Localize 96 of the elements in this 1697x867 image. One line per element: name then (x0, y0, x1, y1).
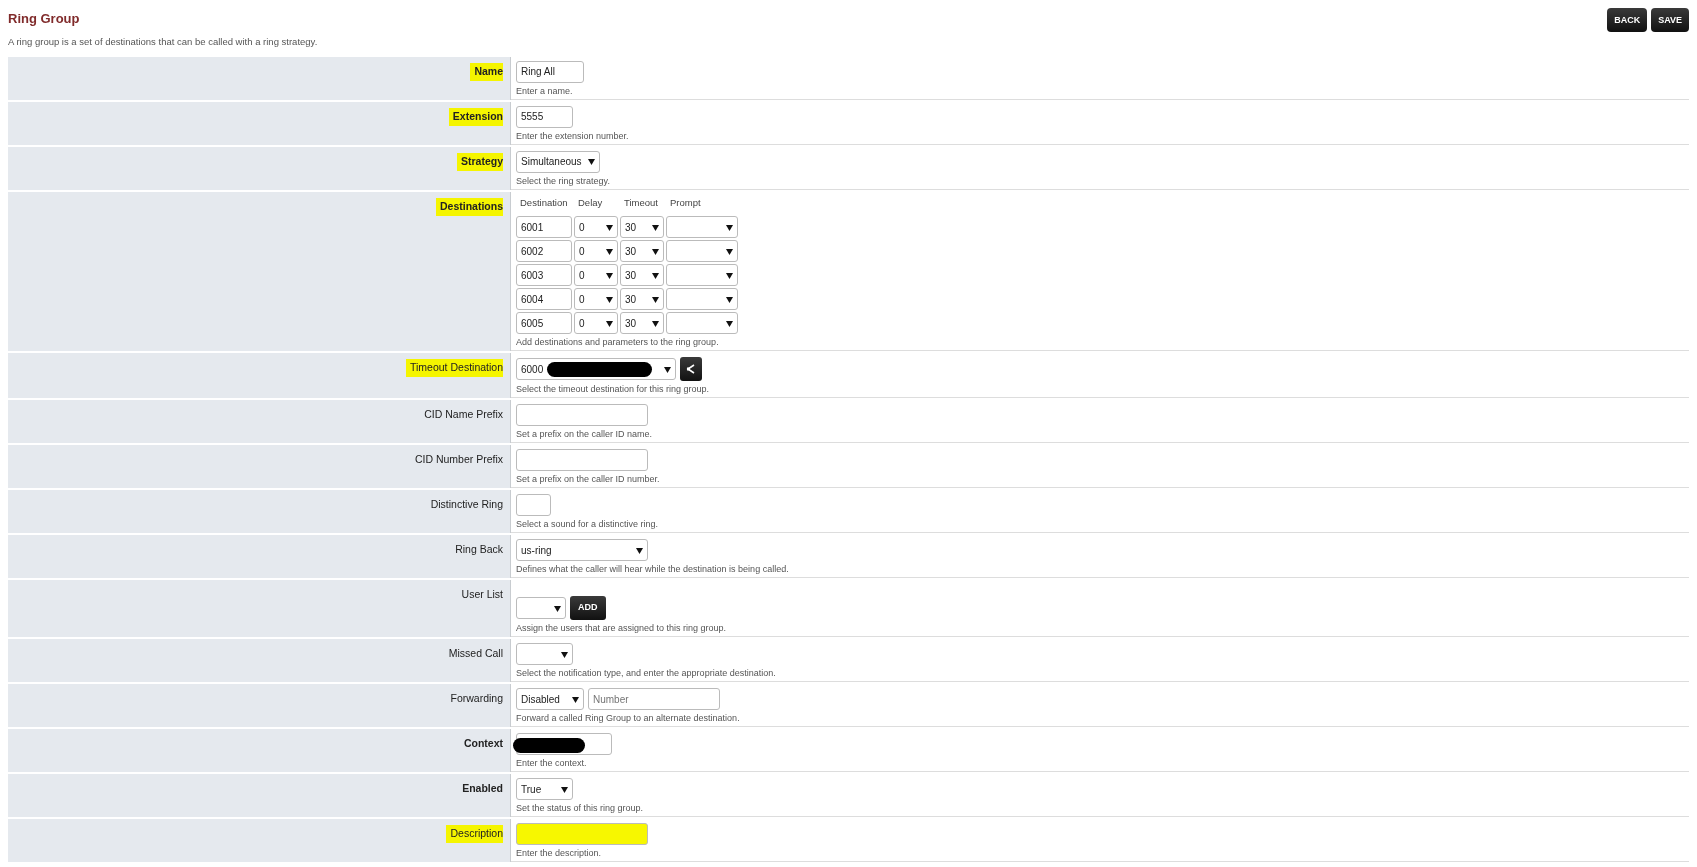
field-hint: Set a prefix on the caller ID name. (516, 428, 654, 440)
timeout-select[interactable]: 30 (620, 312, 664, 334)
caret-icon (588, 158, 595, 166)
add-button[interactable]: ADD (570, 596, 606, 620)
caret-icon (664, 365, 671, 373)
field-label: User List (461, 588, 503, 600)
caret-icon (606, 319, 613, 327)
select-dropdown[interactable] (516, 643, 573, 665)
text-input[interactable]: Ring All (516, 60, 584, 83)
number-input[interactable]: Number (588, 688, 720, 710)
field-label: Missed Call (448, 647, 503, 659)
field-hint: Enter the extension number. (516, 129, 630, 142)
caret-icon (726, 223, 733, 231)
delay-select[interactable]: 0 (574, 216, 618, 238)
text-input[interactable] (516, 733, 612, 755)
field-label: Ring Back (455, 543, 503, 555)
caret-icon (652, 319, 659, 327)
field-label: CID Number Prefix (414, 453, 503, 465)
field-label: Distinctive Ring (430, 498, 503, 510)
field-hint: Select the timeout destination for this ring group. (516, 383, 711, 395)
field-hint: Enter the context. (516, 757, 588, 769)
caret-icon (572, 695, 579, 703)
caret-icon (652, 271, 659, 279)
field-hint: Enter the description. (516, 847, 603, 859)
caret-icon (726, 271, 733, 279)
save-button[interactable]: SAVE (1651, 8, 1689, 32)
field-label: CID Name Prefix (424, 408, 503, 420)
field-hint: Add destinations and parameters to the ring group. (516, 336, 720, 348)
caret-icon (726, 247, 733, 255)
caret-icon (652, 223, 659, 231)
caret-icon (652, 247, 659, 255)
field-label: Name (470, 62, 503, 81)
prompt-select[interactable] (666, 216, 738, 238)
caret-icon (726, 295, 733, 303)
field-label: Enabled (462, 782, 503, 794)
back-button[interactable]: BACK (1607, 8, 1648, 32)
caret-icon (606, 247, 613, 255)
timeout-select[interactable]: 30 (620, 288, 664, 310)
destination-input[interactable]: 6002 (516, 240, 572, 262)
select-dropdown[interactable]: us-ring (516, 539, 648, 561)
text-input[interactable]: 5555 (516, 105, 573, 128)
caret-icon (606, 295, 613, 303)
prompt-select[interactable] (666, 240, 738, 262)
field-label: Context (463, 737, 503, 749)
prompt-select[interactable] (666, 288, 738, 310)
field-hint: Set a prefix on the caller ID number. (516, 473, 661, 485)
column-header: Timeout (623, 195, 659, 210)
select-dropdown[interactable]: 6000 (516, 358, 676, 380)
select-dropdown[interactable]: Simultaneous (516, 150, 600, 173)
destination-input[interactable]: 6001 (516, 216, 572, 238)
prompt-select[interactable] (666, 312, 738, 334)
field-hint: Defines what the caller will hear while the destination is being called. (516, 563, 790, 575)
delay-select[interactable]: 0 (574, 240, 618, 262)
page-description: A ring group is a set of destinations that can be called with a ring strategy. (8, 34, 318, 49)
caret-icon (606, 271, 613, 279)
field-hint: Assign the users that are assigned to this ring group. (516, 622, 728, 634)
column-header: Delay (577, 195, 604, 210)
timeout-select[interactable]: 30 (620, 216, 664, 238)
select-dropdown[interactable]: True (516, 778, 573, 800)
caret-icon (652, 295, 659, 303)
caret-icon (561, 785, 568, 793)
field-hint: Select a sound for a distinctive ring. (516, 518, 660, 530)
caret-icon (561, 650, 568, 658)
field-hint: Enter a name. (516, 84, 574, 97)
field-label: Destinations (436, 197, 503, 216)
select-dropdown[interactable] (516, 597, 566, 619)
timeout-select[interactable]: 30 (620, 264, 664, 286)
select-dropdown[interactable]: Disabled (516, 688, 584, 710)
caret-icon (554, 604, 561, 612)
delay-select[interactable]: 0 (574, 264, 618, 286)
prompt-select[interactable] (666, 264, 738, 286)
field-hint: Forward a called Ring Group to an alternate destination. (516, 712, 741, 724)
page-title: Ring Group (8, 10, 81, 28)
field-hint: Select the notification type, and enter the appropriate destination. (516, 667, 777, 679)
field-label: Timeout Destination (406, 359, 503, 377)
caret-icon (636, 546, 643, 554)
destination-input[interactable]: 6005 (516, 312, 572, 334)
text-input[interactable] (516, 823, 648, 845)
field-label: Forwarding (450, 692, 503, 704)
delay-select[interactable]: 0 (574, 288, 618, 310)
text-input[interactable] (516, 404, 648, 426)
caret-icon (726, 319, 733, 327)
delay-select[interactable]: 0 (574, 312, 618, 334)
field-label: Strategy (457, 152, 503, 171)
field-label: Description (446, 825, 503, 843)
destination-input[interactable]: 6003 (516, 264, 572, 286)
column-header: Destination (519, 195, 569, 210)
caret-icon (606, 223, 613, 231)
field-hint: Select the ring strategy. (516, 174, 611, 187)
text-input[interactable] (516, 494, 551, 516)
field-label: Extension (448, 107, 503, 126)
field-hint: Set the status of this ring group. (516, 802, 645, 814)
text-input[interactable] (516, 449, 648, 471)
timeout-select[interactable]: 30 (620, 240, 664, 262)
column-header: Prompt (669, 195, 702, 210)
destination-input[interactable]: 6004 (516, 288, 572, 310)
